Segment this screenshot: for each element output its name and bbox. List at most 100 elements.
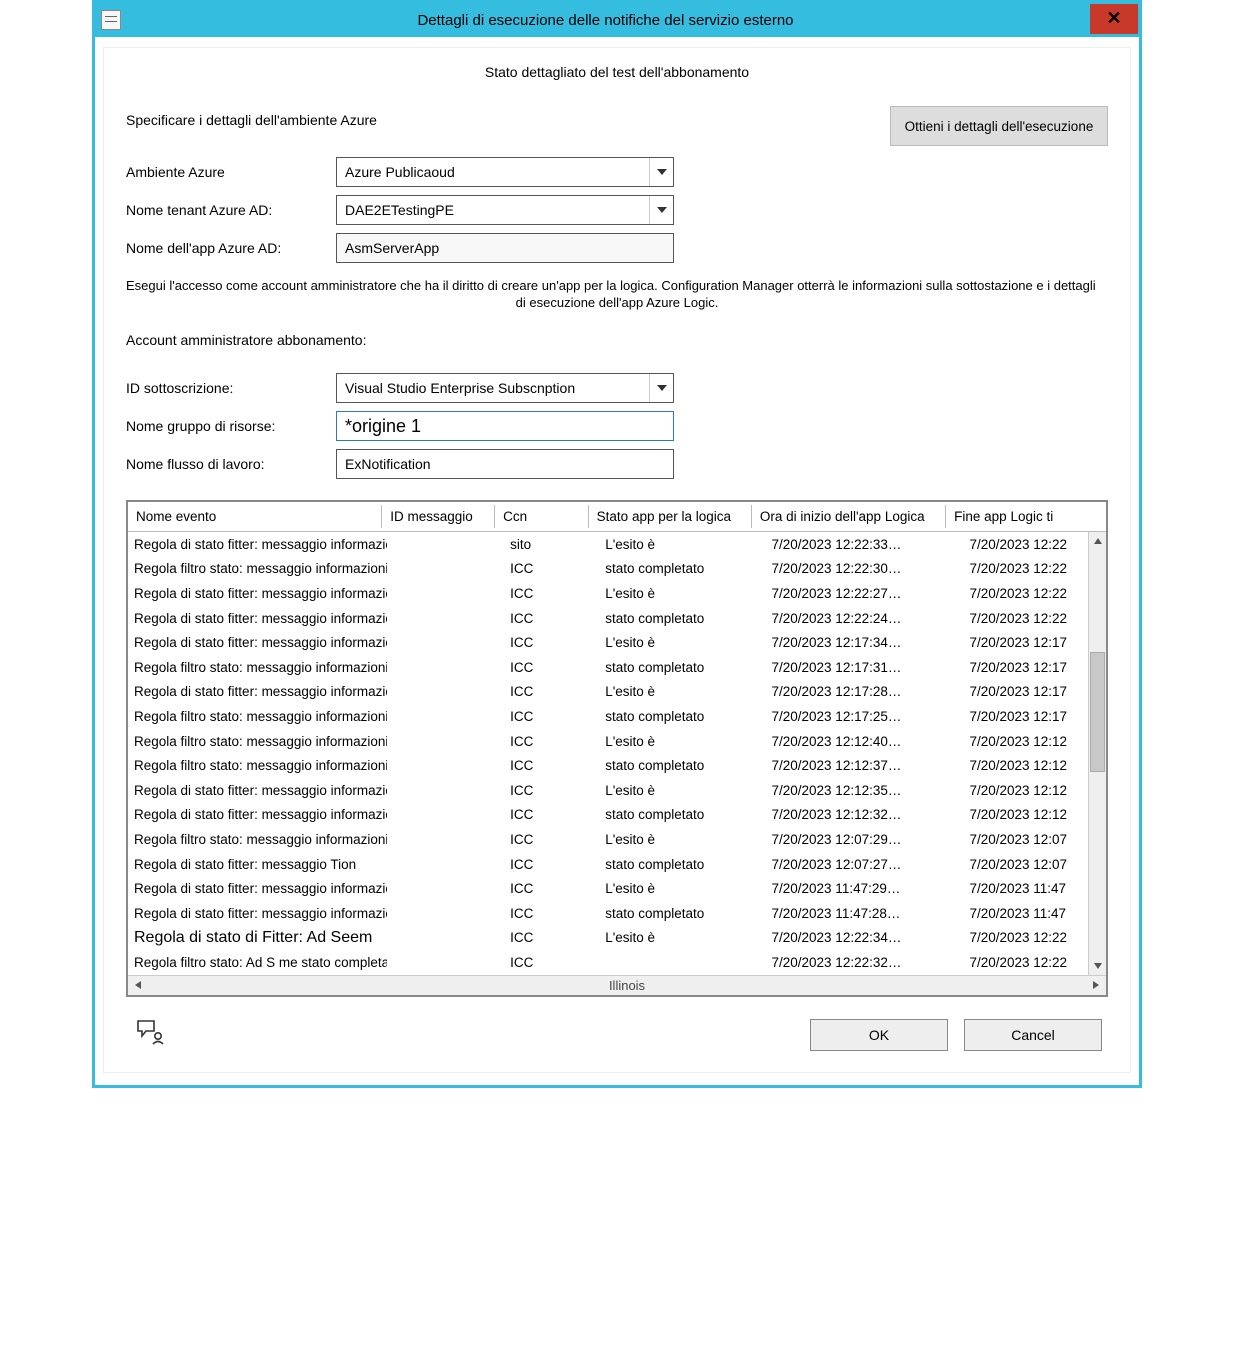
table-row[interactable]: Regola di stato fitter: messaggio inform… [128, 778, 1106, 803]
window-title: Dettagli di esecuzione delle notifiche d… [121, 12, 1090, 29]
scroll-up-icon[interactable] [1089, 532, 1106, 550]
cell-ccn: ICC [502, 660, 597, 675]
env-combo[interactable]: Azure Publicaoud [336, 157, 674, 187]
sub-label: ID sottoscrizione: [126, 380, 336, 396]
cell-status: L'esito è [597, 635, 763, 650]
get-details-button[interactable]: Ottieni i dettagli dell'esecuzione [890, 106, 1108, 146]
cell-end: 7/20/2023 12:17 [961, 709, 1106, 724]
grid-header: Nome evento ID messaggio Ccn Stato app p… [128, 502, 1106, 532]
cell-ccn: ICC [502, 734, 597, 749]
cell-start: 7/20/2023 12:07:29… [764, 832, 962, 847]
cell-status: stato completato [597, 807, 763, 822]
rg-value: *origine 1 [345, 416, 421, 437]
info-line2: di esecuzione dell'app Azure Logic. [126, 295, 1108, 310]
cell-end: 7/20/2023 12:22 [961, 586, 1106, 601]
col-ccn[interactable]: Ccn [495, 505, 589, 528]
cell-end: 7/20/2023 12:22 [961, 611, 1106, 626]
cell-event: Regola filtro stato: messaggio informazi… [128, 832, 387, 847]
table-row[interactable]: Regola di stato fitter: messaggio inform… [128, 532, 1106, 557]
sub-combo[interactable]: Visual Studio Enterprise Subscnption [336, 373, 674, 403]
col-status[interactable]: Stato app per la logica [589, 505, 752, 528]
col-start[interactable]: Ora di inizio dell'app Logica [752, 505, 946, 528]
app-input[interactable]: AsmServerApp [336, 233, 674, 263]
admin-label: Account amministratore abbonamento: [126, 332, 366, 348]
chevron-down-icon [649, 158, 673, 186]
scroll-thumb[interactable] [1090, 652, 1105, 772]
cell-status: stato completato [597, 611, 763, 626]
cell-ccn: ICC [502, 758, 597, 773]
cell-end: 7/20/2023 12:17 [961, 635, 1106, 650]
table-row[interactable]: Regola filtro stato: messaggio informazi… [128, 827, 1106, 852]
table-row[interactable]: Regola filtro stato: Ad S me stato compl… [128, 950, 1106, 975]
cell-end: 7/20/2023 12:12 [961, 734, 1106, 749]
section-label: Specificare i dettagli dell'ambiente Azu… [126, 106, 377, 128]
ok-button[interactable]: OK [810, 1019, 948, 1051]
table-row[interactable]: Regola di stato fitter: messaggio inform… [128, 630, 1106, 655]
cell-start: 7/20/2023 12:22:27… [764, 586, 962, 601]
cell-start: 7/20/2023 12:17:31… [764, 660, 962, 675]
cell-ccn: ICC [502, 906, 597, 921]
tenant-combo[interactable]: DAE2ETestingPE [336, 195, 674, 225]
cell-event: Regola di stato fitter: messaggio inform… [128, 611, 387, 626]
cell-ccn: sito [502, 537, 597, 552]
subtitle: Stato dettagliato del test dell'abboname… [126, 64, 1108, 80]
cell-event: Regola di stato fitter: messaggio inform… [128, 537, 387, 552]
table-row[interactable]: Regola di stato fitter: messaggio inform… [128, 680, 1106, 705]
table-row[interactable]: Regola filtro stato: messaggio informazi… [128, 729, 1106, 754]
table-row[interactable]: Regola di stato fitter: messaggio Tion53… [128, 852, 1106, 877]
table-row[interactable]: Regola filtro stato: messaggio informazi… [128, 655, 1106, 680]
cell-ccn: ICC [502, 586, 597, 601]
close-button[interactable]: ✕ [1090, 4, 1138, 34]
cell-event: Regola filtro stato: Ad S me stato compl… [128, 955, 387, 970]
table-row[interactable]: Regola di stato fitter: messaggio inform… [128, 876, 1106, 901]
cell-end: 7/20/2023 11:47 [961, 906, 1106, 921]
sub-row: ID sottoscrizione: Visual Studio Enterpr… [126, 372, 1108, 404]
cell-event: Regola di stato fitter: messaggio inform… [128, 586, 387, 601]
scroll-right-icon[interactable] [1086, 976, 1106, 995]
titlebar: Dettagli di esecuzione delle notifiche d… [95, 3, 1139, 37]
table-row[interactable]: Regola di stato fitter: messaggio inform… [128, 901, 1106, 926]
app-row: Nome dell'app Azure AD: AsmServerApp [126, 232, 1108, 264]
cell-status: stato completato [597, 660, 763, 675]
cancel-button[interactable]: Cancel [964, 1019, 1102, 1051]
col-msgid[interactable]: ID messaggio [382, 505, 495, 528]
tenant-label: Nome tenant Azure AD: [126, 202, 336, 218]
hscroll-track-label: Illinois [148, 978, 1106, 993]
cell-start: 7/20/2023 12:22:24… [764, 611, 962, 626]
feedback-icon[interactable] [132, 1019, 164, 1052]
cell-end: 7/20/2023 12:07 [961, 857, 1106, 872]
rg-input[interactable]: *origine 1 [336, 411, 674, 441]
horizontal-scrollbar[interactable]: Illinois [128, 975, 1106, 995]
dialog-window: Dettagli di esecuzione delle notifiche d… [92, 0, 1142, 1088]
vertical-scrollbar[interactable]: ≡ [1088, 532, 1106, 975]
scroll-down-icon[interactable] [1089, 957, 1106, 975]
cell-event: Regola di stato di Fitter: Ad Seem [128, 929, 387, 947]
dialog-footer: OK Cancel [126, 997, 1108, 1058]
table-row[interactable]: Regola filtro stato: messaggio informazi… [128, 704, 1106, 729]
table-row[interactable]: Regola filtro stato: messaggio informazi… [128, 557, 1106, 582]
cell-status: L'esito è [597, 684, 763, 699]
tenant-row: Nome tenant Azure AD: DAE2ETestingPE [126, 194, 1108, 226]
wf-value: ExNotification [345, 456, 431, 472]
app-label: Nome dell'app Azure AD: [126, 240, 336, 256]
cell-end: 7/20/2023 12:12 [961, 807, 1106, 822]
table-row[interactable]: Regola di stato fitter: messaggio inform… [128, 803, 1106, 828]
cell-event: Regola di stato fitter: messaggio inform… [128, 807, 387, 822]
env-value: Azure Publicaoud [345, 164, 455, 180]
wf-input[interactable]: ExNotification [336, 449, 674, 479]
cell-ccn: ICC [502, 635, 597, 650]
cell-end: 7/20/2023 12:22 [961, 955, 1106, 970]
table-row[interactable]: Regola filtro stato: messaggio informazi… [128, 753, 1106, 778]
cell-ccn: ICC [502, 684, 597, 699]
cell-end: 7/20/2023 12:12 [961, 758, 1106, 773]
scroll-left-icon[interactable] [128, 976, 148, 995]
table-row[interactable]: Regola di stato di Fitter: Ad Seem502ICC… [128, 926, 1106, 951]
cell-start: 7/20/2023 12:17:34… [764, 635, 962, 650]
cell-start: 7/20/2023 12:12:37… [764, 758, 962, 773]
cell-end: 7/20/2023 12:07 [961, 832, 1106, 847]
info-line1: Esegui l'accesso come account amministra… [126, 278, 1108, 293]
col-end[interactable]: Fine app Logic ti [946, 505, 1088, 528]
table-row[interactable]: Regola di stato fitter: messaggio inform… [128, 606, 1106, 631]
col-event[interactable]: Nome evento [128, 505, 382, 528]
table-row[interactable]: Regola di stato fitter: messaggio inform… [128, 581, 1106, 606]
